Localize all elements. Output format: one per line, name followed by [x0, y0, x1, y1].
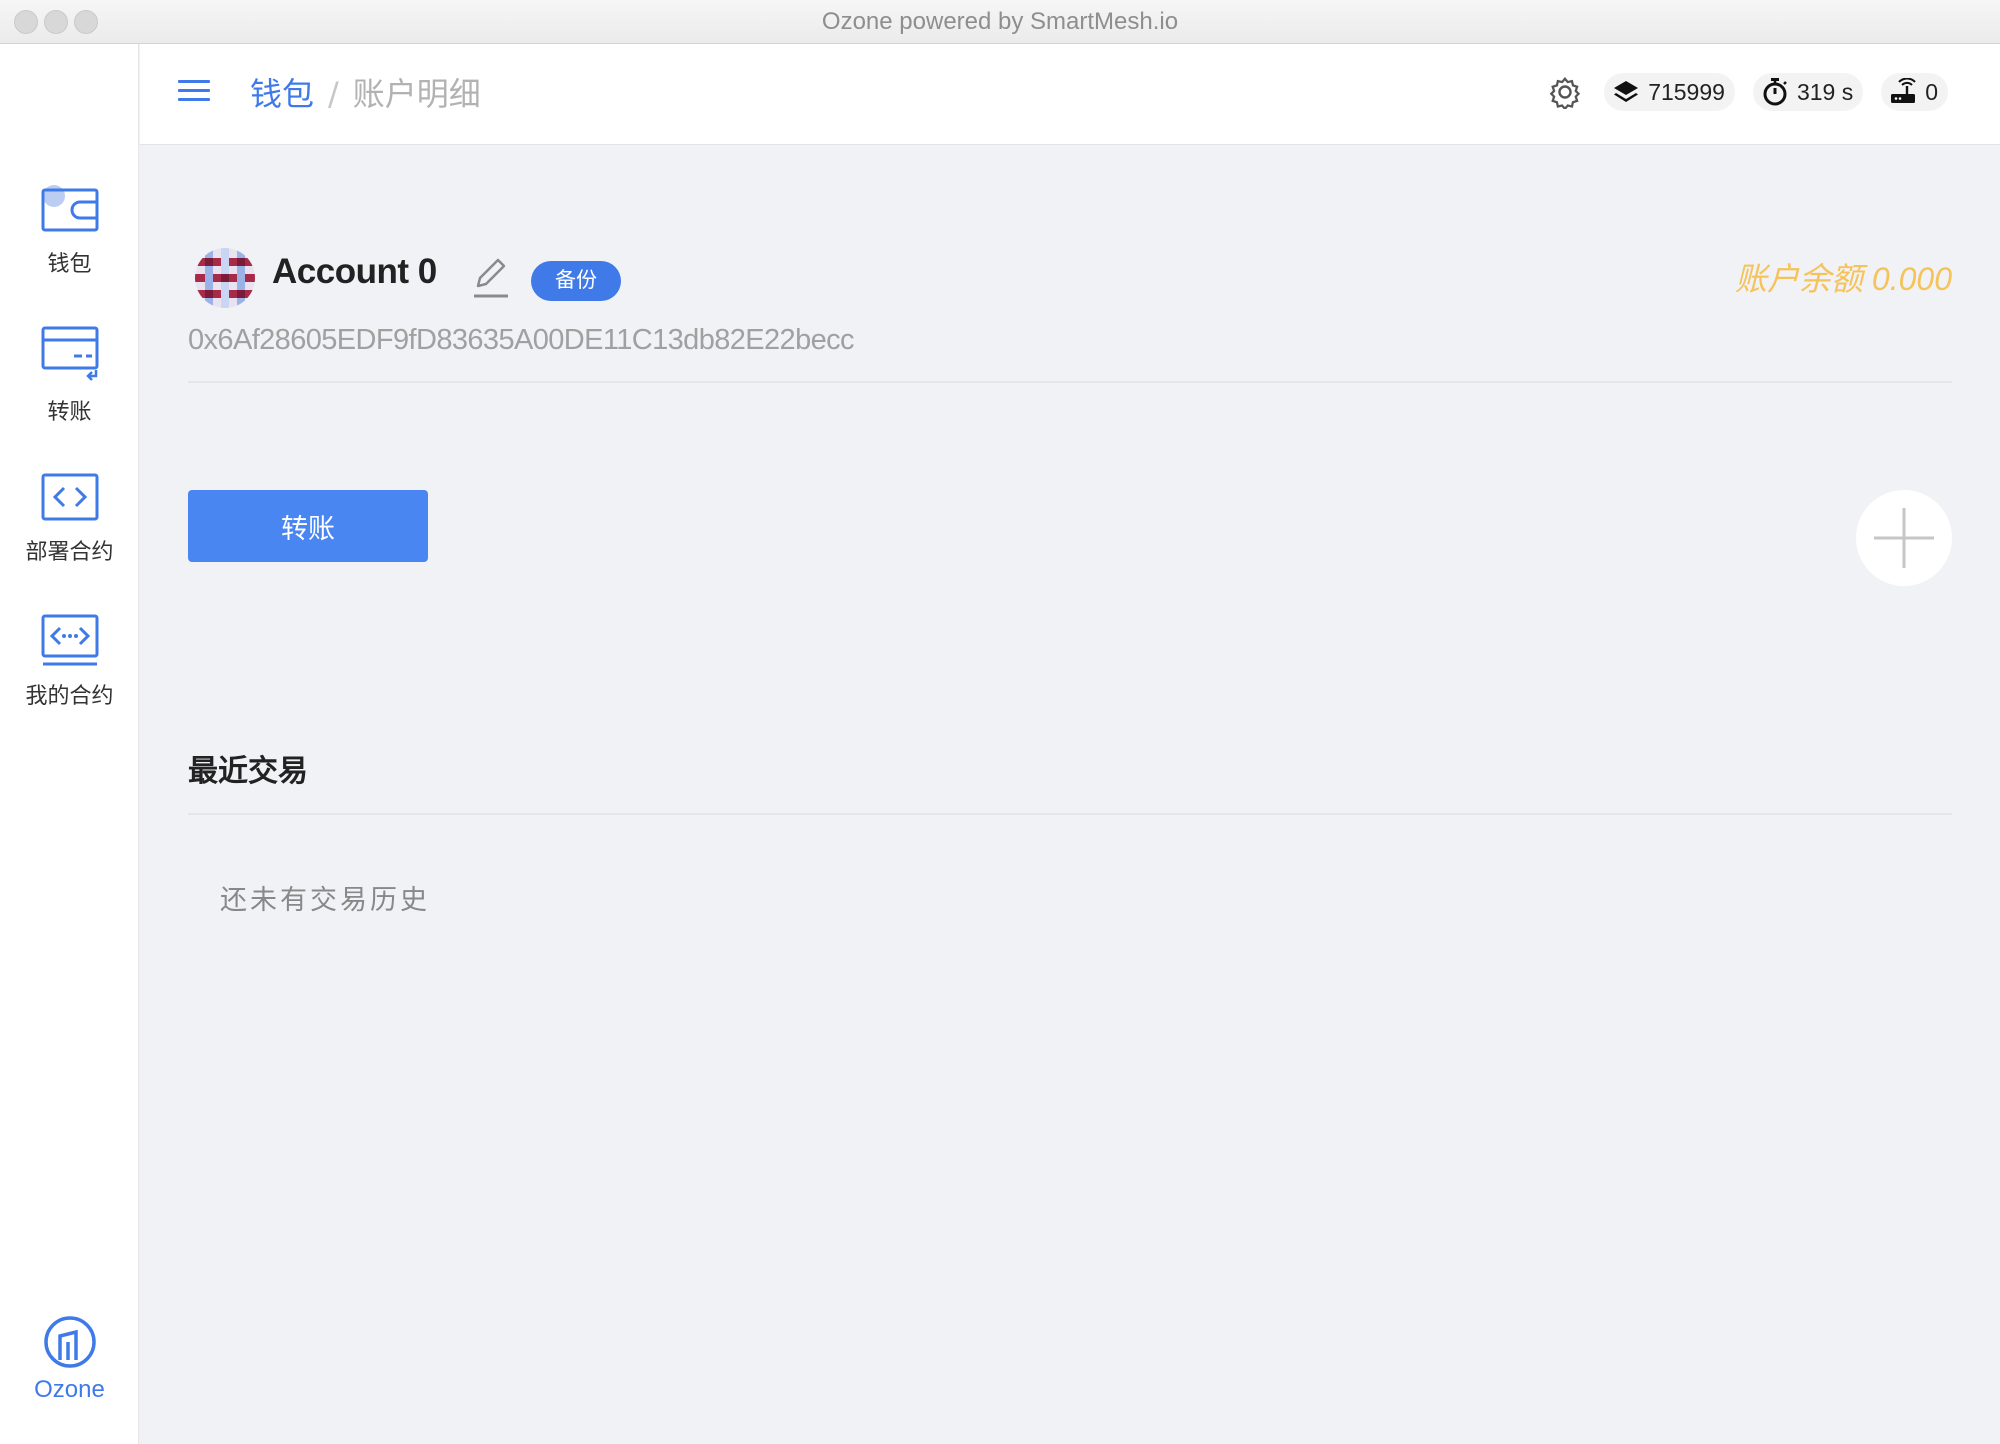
sidebar-item-label: 部署合约 [25, 540, 114, 565]
account-address: 0x6Af28605EDF9fD83635A00DE11C13db82E22be… [188, 324, 855, 356]
breadcrumb-separator: / [328, 75, 339, 113]
sidebar-item-deploy-contract[interactable]: 部署合约 [0, 470, 139, 566]
sidebar-item-wallet[interactable]: 钱包 [0, 182, 139, 278]
block-height-badge: 715999 [1604, 73, 1735, 111]
block-timer-badge: 319 s [1752, 73, 1864, 111]
sidebar: 钱包 转账 部署合约 我的合约 Ozone [0, 44, 139, 1444]
menu-icon [178, 80, 210, 83]
top-header: 钱包 / 账户明细 715999 319 s 0 [140, 44, 2000, 145]
block-height-value: 715999 [1648, 78, 1725, 105]
layers-icon [1614, 81, 1639, 102]
card-transfer-icon [41, 326, 98, 381]
sidebar-item-label: 我的合约 [25, 684, 114, 709]
router-icon [1891, 78, 1916, 103]
code-icon [41, 473, 98, 521]
empty-transactions-text: 还未有交易历史 [220, 885, 430, 916]
title-bar: Ozone powered by SmartMesh.io [0, 0, 2000, 44]
app-window: Ozone powered by SmartMesh.io 钱包 转账 部署合约… [0, 0, 2000, 1444]
gear-icon[interactable] [1548, 75, 1582, 109]
breadcrumb-current: 账户明细 [352, 75, 481, 113]
account-balance: 账户余额 0.000 [1735, 261, 1952, 297]
window-title: Ozone powered by SmartMesh.io [821, 8, 1179, 35]
identicon-icon [195, 248, 255, 308]
ozone-brand[interactable]: Ozone [0, 1314, 139, 1404]
sidebar-item-label: 转账 [47, 400, 92, 425]
divider [188, 381, 1952, 383]
menu-icon [178, 89, 210, 92]
account-name: Account 0 [272, 252, 437, 291]
account-avatar [195, 248, 255, 308]
sidebar-item-my-contracts[interactable]: 我的合约 [0, 612, 139, 710]
code-dots-icon [41, 614, 98, 666]
menu-toggle-button[interactable] [178, 80, 210, 108]
brand-label: Ozone [34, 1376, 105, 1403]
block-timer-value: 319 s [1796, 78, 1854, 105]
ozone-logo-icon [43, 1316, 96, 1368]
breadcrumb-wallet-link[interactable]: 钱包 [250, 75, 314, 113]
sidebar-item-transfer[interactable]: 转账 [0, 324, 139, 426]
peer-count-value: 0 [1925, 78, 1938, 105]
edit-pencil-icon[interactable] [470, 252, 512, 300]
peer-count-badge: 0 [1881, 73, 1948, 111]
backup-button[interactable]: 备份 [531, 261, 621, 301]
breadcrumb: 钱包 / 账户明细 [250, 72, 481, 116]
recent-transactions-title: 最近交易 [188, 754, 308, 789]
stopwatch-icon [1763, 78, 1787, 106]
plus-icon [1874, 508, 1934, 568]
divider [188, 813, 1952, 815]
sidebar-item-label: 钱包 [47, 252, 92, 277]
wallet-icon [41, 185, 98, 232]
add-button[interactable] [1856, 490, 1952, 586]
status-bar: 715999 319 s 0 [1548, 70, 1948, 114]
main-content: Account 0 备份 账户余额 0.000 0x6Af28605EDF9fD… [140, 146, 2000, 1444]
transfer-button[interactable]: 转账 [188, 490, 428, 562]
menu-icon [178, 98, 210, 101]
